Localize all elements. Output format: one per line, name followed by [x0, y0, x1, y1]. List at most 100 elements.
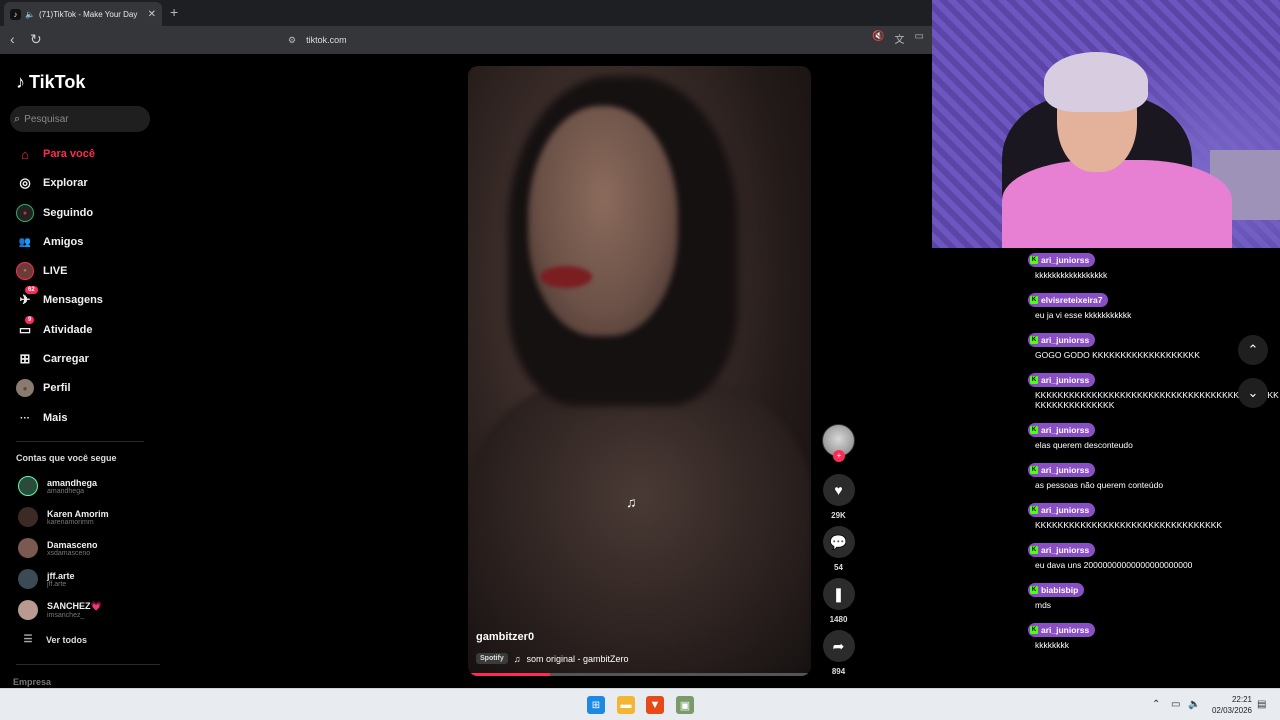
new-tab-button[interactable]: +	[170, 4, 178, 20]
sidebar: ♪ TikTok ⌕ Pesquisar ⌂ Para você ◎ Explo…	[0, 54, 160, 688]
video-player[interactable]: ♫ gambitzer0 Spotify ♫ som original - ga…	[468, 66, 811, 676]
browser-tab[interactable]: ♪ 🔈 (71)TikTok - Make Your Day ✕	[4, 2, 162, 26]
next-video-button[interactable]: ⌄	[1238, 378, 1268, 408]
chat-username-text: ari_juniorss	[1041, 255, 1090, 265]
app-icon[interactable]: ▣	[676, 696, 694, 714]
heart-icon[interactable]: ♥	[822, 474, 855, 506]
sidebar-item-explorar[interactable]: ◎ Explorar	[16, 172, 88, 194]
reload-icon[interactable]: ↻	[30, 31, 42, 48]
speaker-icon[interactable]: 🔈	[25, 10, 35, 19]
sidebar-item-label: LIVE	[43, 265, 68, 277]
chat-message: Kari_juniorss kkkkkkkkkkkkkkkkk	[1028, 248, 1280, 280]
mute-icon[interactable]: 🔇	[872, 31, 884, 46]
system-clock[interactable]: 22:21 02/03/2026	[1206, 694, 1252, 716]
account-handle: xsdamasceno	[47, 549, 91, 557]
chat-message: Kelvisreteixeira7 eu ja vi esse kkkkkkkk…	[1028, 288, 1280, 320]
network-icon[interactable]: ▭	[1171, 699, 1180, 710]
following-account[interactable]: SANCHEZ💗 imsanchez_	[18, 600, 102, 620]
sidebar-item-perfil[interactable]: ● Perfil	[16, 377, 71, 399]
sidebar-item-label: Atividade	[43, 324, 93, 336]
following-account[interactable]: Damasceno xsdamasceno	[18, 538, 98, 558]
kick-icon: K	[1030, 426, 1038, 434]
follow-plus-icon[interactable]: +	[833, 450, 845, 462]
url-text: tiktok.com	[306, 35, 347, 45]
previous-video-button[interactable]: ⌃	[1238, 335, 1268, 365]
tiktok-favicon-icon: ♪	[10, 8, 21, 20]
chat-text: KKKKKKKKKKKKKKKKKKKKKKKKKKKKKKKKK	[1035, 520, 1223, 530]
divider	[16, 664, 160, 665]
chat-username-text: ari_juniorss	[1041, 335, 1090, 345]
comment-action[interactable]: 💬 54	[822, 526, 855, 572]
logo-text: TikTok	[29, 72, 86, 92]
webcam-person-hair	[1044, 52, 1148, 112]
messages-glyph: ✈	[19, 292, 31, 307]
sidebar-item-seguindo[interactable]: ● Seguindo	[16, 202, 93, 224]
notification-icon[interactable]: ▤	[1257, 699, 1266, 710]
chat-username-text: ari_juniorss	[1041, 545, 1090, 555]
divider	[16, 441, 144, 442]
back-icon[interactable]: ‹	[10, 31, 15, 47]
like-action[interactable]: ♥ 29K	[822, 474, 855, 520]
following-account[interactable]: amandhega amandhega	[18, 476, 97, 496]
chat-username: Kari_juniorss	[1028, 503, 1096, 517]
chat-message: Kari_juniorss kkkkkkkk	[1028, 618, 1280, 650]
like-count: 29K	[831, 511, 846, 520]
sidebar-item-amigos[interactable]: 👥 Amigos	[16, 231, 84, 253]
sidebar-item-mensagens[interactable]: ✈ 62 Mensagens	[16, 286, 103, 311]
search-input[interactable]: ⌕ Pesquisar	[10, 106, 150, 132]
sidebar-item-atividade[interactable]: ▭ 9 Atividade	[16, 316, 93, 341]
translate-icon[interactable]: 文	[895, 31, 905, 46]
following-account[interactable]: jff.arte jff.arte	[18, 569, 75, 589]
share-count: 894	[831, 667, 846, 676]
brave-browser-icon[interactable]: ▼	[646, 696, 664, 714]
list-icon: ☰	[23, 634, 33, 645]
video-frame-face	[528, 106, 678, 336]
video-music[interactable]: Spotify ♫ som original - gambitZero	[476, 653, 629, 664]
comment-count: 54	[834, 563, 843, 572]
windows-start-icon[interactable]: ⊞	[587, 696, 605, 714]
music-icon: ♫	[513, 653, 521, 664]
volume-icon[interactable]: 🔈	[1188, 699, 1200, 710]
sidebar-item-live[interactable]: ● LIVE	[16, 260, 67, 282]
account-handle: amandhega	[47, 487, 84, 495]
sidebar-item-carregar[interactable]: ⊞ Carregar	[16, 348, 89, 370]
comment-icon[interactable]: 💬	[822, 526, 855, 558]
address-bar-actions: 🔇 文 ▭	[872, 31, 924, 46]
chat-username-text: ari_juniorss	[1041, 425, 1090, 435]
share-icon[interactable]: ➦	[822, 630, 855, 662]
sidebar-item-para-voce[interactable]: ⌂ Para você	[16, 143, 95, 165]
chat-username-text: biabisbip	[1041, 585, 1079, 595]
site-info-icon[interactable]: ⚙	[288, 35, 296, 46]
spotify-tag[interactable]: Spotify	[476, 653, 508, 664]
chat-text: kkkkkkkk	[1035, 640, 1069, 650]
kick-icon: K	[1030, 626, 1038, 634]
screen: ♪ 🔈 (71)TikTok - Make Your Day ✕ + ‹ ↻ ⚙…	[0, 0, 1280, 720]
save-action[interactable]: ❚ 1480	[822, 578, 855, 624]
footer-company-link[interactable]: Empresa	[13, 677, 51, 687]
chat-text: elas querem desconteudo	[1035, 440, 1133, 450]
account-handle: karenamorimm	[47, 518, 94, 526]
avatar	[18, 600, 38, 620]
chat-username-text: elvisreteixeira7	[1041, 295, 1103, 305]
close-tab-icon[interactable]: ✕	[148, 9, 156, 20]
chat-username-text: ari_juniorss	[1041, 465, 1090, 475]
file-explorer-icon[interactable]: ▬	[617, 696, 635, 714]
cast-icon[interactable]: ▭	[915, 31, 924, 46]
sidebar-item-label: Explorar	[43, 177, 88, 189]
avatar	[18, 476, 38, 496]
video-progress-bar[interactable]	[468, 673, 811, 676]
sidebar-item-label: Amigos	[43, 236, 84, 248]
following-account[interactable]: Karen Amorim karenamorimm	[18, 507, 109, 527]
share-action[interactable]: ➦ 894	[822, 630, 855, 676]
chat-text: kkkkkkkkkkkkkkkkk	[1035, 270, 1108, 280]
video-author[interactable]: gambitzer0	[476, 631, 534, 643]
see-all-button[interactable]: ☰ Ver todos	[18, 634, 88, 645]
bookmark-icon[interactable]: ❚	[822, 578, 855, 610]
chat-username: Kari_juniorss	[1028, 253, 1096, 267]
tiktok-logo[interactable]: ♪ TikTok	[16, 72, 85, 93]
chat-username: Kbiabisbip	[1028, 583, 1085, 597]
tray-chevron-up-icon[interactable]: ⌃	[1152, 699, 1160, 710]
sidebar-item-mais[interactable]: ··· Mais	[16, 407, 67, 429]
address-bar[interactable]: ⚙ tiktok.com	[280, 29, 928, 51]
chat-username: Kari_juniorss	[1028, 463, 1096, 477]
